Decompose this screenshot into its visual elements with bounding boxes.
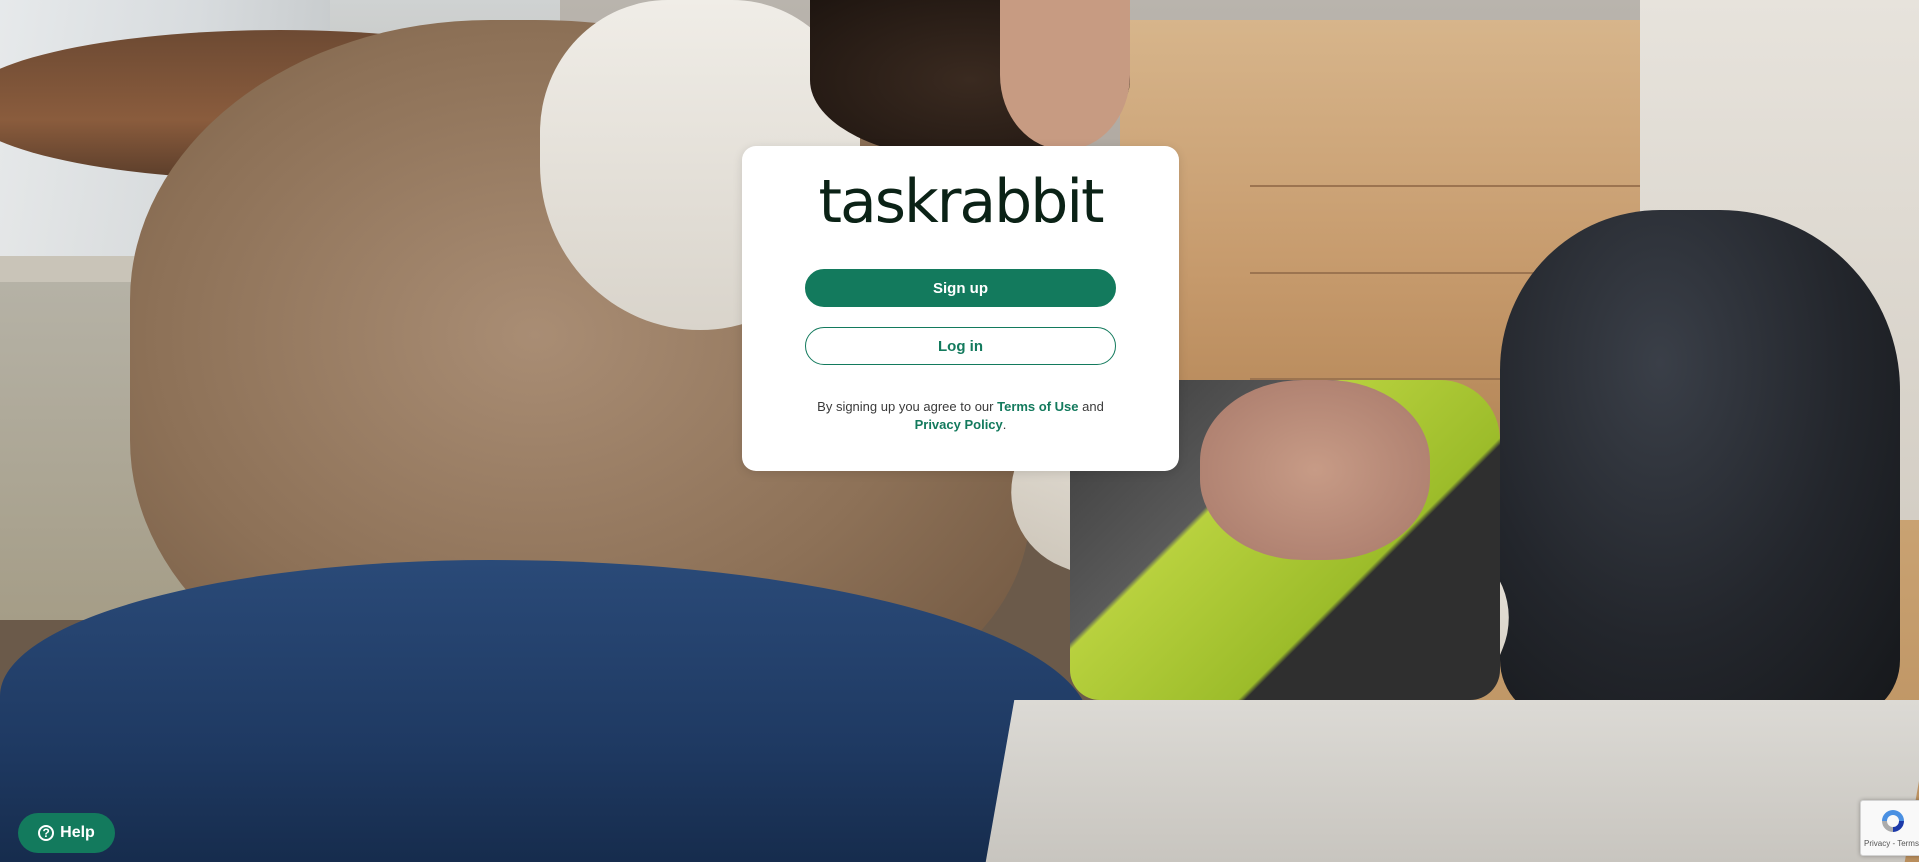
log-in-label: Log in (938, 337, 983, 355)
legal-suffix: . (1002, 417, 1007, 432)
recaptcha-links[interactable]: Privacy - Terms (1864, 839, 1919, 848)
privacy-policy-link[interactable]: Privacy Policy (915, 417, 1003, 432)
auth-card: taskrabbit Sign up Log in By signing up … (742, 146, 1179, 471)
help-button[interactable]: ? Help (18, 813, 115, 853)
sign-up-button[interactable]: Sign up (805, 269, 1116, 307)
recaptcha-icon (1882, 810, 1904, 832)
background-person-hand (1200, 380, 1430, 560)
recaptcha-badge[interactable]: Privacy - Terms (1860, 800, 1919, 856)
legal-text: By signing up you agree to our Terms of … (762, 398, 1159, 434)
log-in-button[interactable]: Log in (805, 327, 1116, 365)
cabinet-drawer-line (1250, 185, 1640, 187)
terms-of-use-link[interactable]: Terms of Use (997, 399, 1078, 414)
legal-prefix: By signing up you agree to our (817, 399, 998, 414)
background-board (985, 700, 1919, 862)
help-label: Help (60, 824, 95, 841)
background-backpack (1500, 210, 1900, 720)
question-circle-icon: ? (38, 825, 55, 841)
sign-up-label: Sign up (933, 279, 988, 297)
legal-and: and (1078, 399, 1104, 414)
taskrabbit-logo: taskrabbit (818, 167, 1104, 237)
background-person-face (1000, 0, 1130, 150)
